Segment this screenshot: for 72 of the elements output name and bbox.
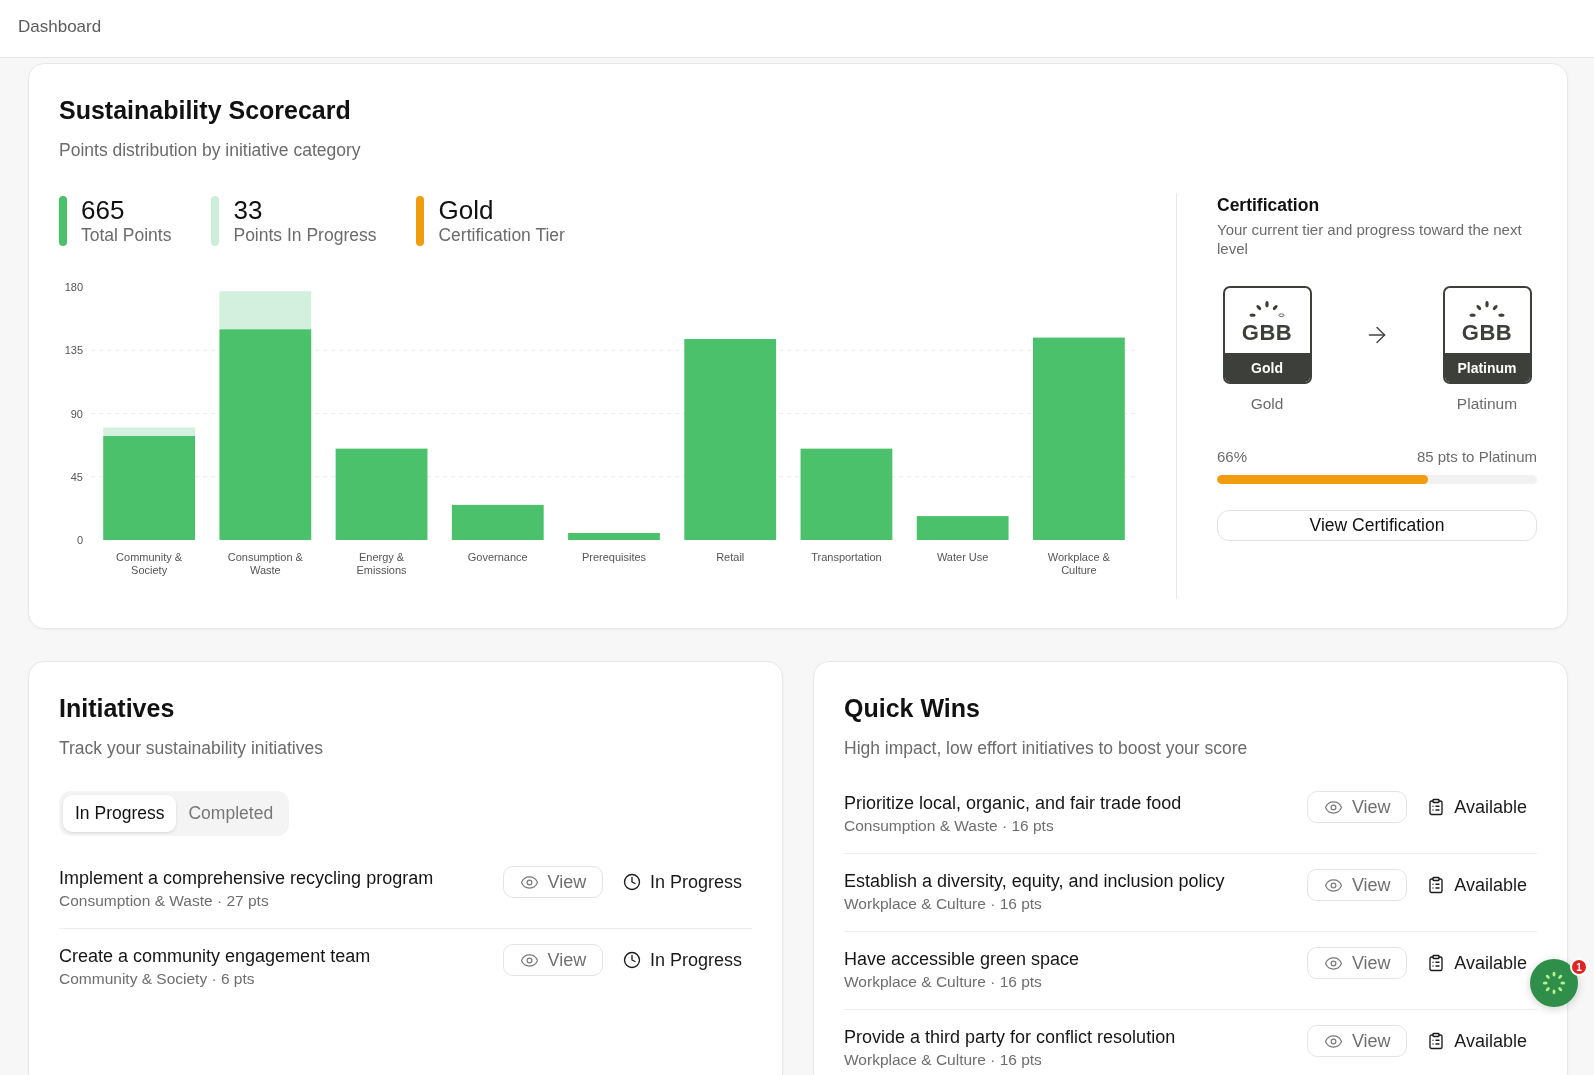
card-title: Quick Wins: [844, 693, 981, 724]
status-text: Available: [1454, 952, 1527, 974]
axis-tick-label: 90: [70, 407, 83, 420]
category-label: Prerequisites: [581, 551, 647, 564]
view-certification-button[interactable]: View Certification: [1217, 510, 1537, 541]
initiative-meta: Workplace & Culture · 16 pts: [844, 894, 1043, 914]
stat-label: Total Points: [81, 224, 172, 246]
clipboard-icon: [1427, 798, 1446, 816]
notification-badge: 1: [1570, 958, 1588, 976]
view-button[interactable]: View: [502, 944, 603, 976]
stat-label: Points In Progress: [233, 224, 377, 246]
status-text: Available: [1454, 874, 1527, 896]
category-label: Energy & Emissions: [355, 551, 408, 577]
tab[interactable]: Completed: [176, 795, 286, 832]
clipboard-icon: [1427, 954, 1446, 972]
progress-remaining: 85 pts to Platinum: [1416, 447, 1537, 467]
stat-value: 665: [81, 196, 126, 224]
initiative-meta: Consumption & Waste · 27 pts: [59, 891, 270, 911]
dots-ring-icon: [1542, 971, 1566, 995]
initiative-title: Implement a comprehensive recycling program: [59, 867, 435, 890]
view-button[interactable]: View: [502, 866, 603, 898]
view-button[interactable]: View: [1307, 947, 1408, 979]
category-label: Water Use: [936, 551, 989, 564]
initiative-meta: Community & Society · 6 pts: [59, 969, 256, 989]
view-button[interactable]: View: [1307, 791, 1408, 823]
card-subtitle: Points distribution by initiative category: [59, 139, 362, 161]
clipboard-icon: [1427, 1032, 1446, 1050]
category-label: Community & Society: [115, 551, 184, 577]
category-label: Workplace & Culture: [1046, 551, 1111, 577]
card-title: Initiatives: [59, 693, 176, 724]
section-title: Certification: [1217, 194, 1321, 216]
category-label: Consumption & Waste: [226, 551, 304, 577]
view-button[interactable]: View: [1307, 869, 1408, 901]
clock-icon: [622, 951, 641, 969]
badge-logo-text: GBB: [1461, 320, 1513, 346]
axis-tick-label: 180: [64, 281, 83, 293]
badge-logo-text: GBB: [1241, 320, 1293, 346]
clock-icon: [622, 873, 641, 891]
initiative-title: Prioritize local, organic, and fair trade food: [844, 792, 1183, 815]
badge-band-label: Platinum: [1444, 353, 1530, 382]
page-title: Dashboard: [18, 17, 102, 37]
axis-tick-label: 135: [64, 344, 83, 357]
section-description: Your current tier and progress toward the next level: [1217, 220, 1523, 258]
category-label: Retail: [716, 551, 745, 564]
tab[interactable]: In Progress: [63, 795, 177, 832]
axis-tick-label: 45: [70, 470, 83, 483]
badge-band-label: Gold: [1224, 353, 1310, 382]
axis-tick-label: 0: [76, 534, 83, 546]
status-text: In Progress: [649, 949, 742, 971]
initiative-title: Provide a third party for conflict resolution: [844, 1026, 1177, 1049]
status-text: Available: [1454, 1030, 1527, 1052]
status-text: In Progress: [649, 871, 742, 893]
progress-percent: 66%: [1217, 447, 1248, 467]
view-button[interactable]: View: [1307, 1025, 1408, 1057]
initiative-meta: Consumption & Waste · 16 pts: [844, 816, 1055, 836]
initiative-title: Have accessible green space: [844, 948, 1081, 971]
tier-caption: Gold: [1250, 394, 1284, 414]
card-subtitle: High impact, low effort initiatives to boost your score: [844, 737, 1249, 759]
status-text: Available: [1454, 796, 1527, 818]
category-label: Transportation: [811, 551, 882, 564]
stat-value: Gold: [438, 196, 495, 224]
card-subtitle: Track your sustainability initiatives: [59, 737, 324, 759]
clipboard-icon: [1427, 876, 1446, 894]
stat-value: 33: [233, 196, 264, 224]
initiative-title: Create a community engagement team: [59, 945, 372, 968]
stat-label: Certification Tier: [438, 224, 565, 246]
initiative-meta: Workplace & Culture · 16 pts: [844, 972, 1043, 992]
category-label: Governance: [467, 551, 528, 564]
initiative-meta: Workplace & Culture · 16 pts: [844, 1050, 1043, 1070]
tier-caption: Platinum: [1456, 394, 1518, 414]
card-title: Sustainability Scorecard: [59, 95, 352, 126]
initiative-title: Establish a diversity, equity, and inclusion policy: [844, 870, 1226, 893]
